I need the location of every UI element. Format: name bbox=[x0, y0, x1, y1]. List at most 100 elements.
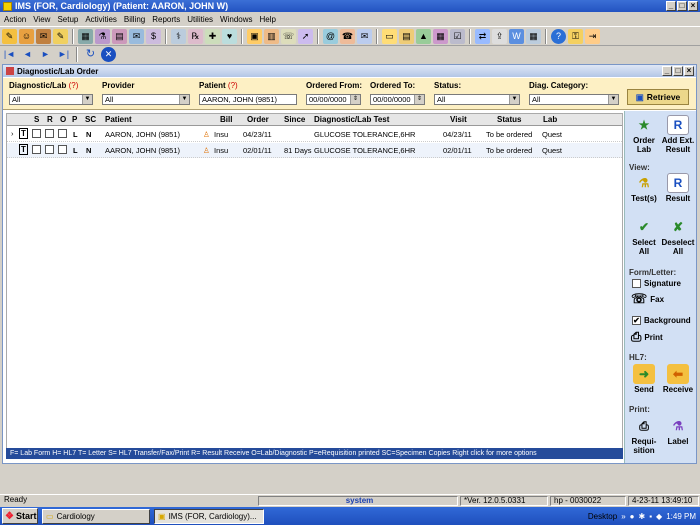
col-since[interactable]: Since bbox=[284, 115, 305, 124]
phone-icon[interactable]: ☎ bbox=[340, 28, 355, 44]
referral-icon[interactable]: ➚ bbox=[298, 28, 313, 44]
background-checkbox[interactable]: ✔ Background bbox=[632, 316, 691, 325]
lock-icon[interactable]: ⚿ bbox=[568, 28, 583, 44]
col-sc[interactable]: SC bbox=[85, 115, 96, 124]
message-icon[interactable]: ✉ bbox=[357, 28, 372, 44]
menu-reports[interactable]: Reports bbox=[152, 15, 180, 24]
col-lab[interactable]: Lab bbox=[543, 115, 557, 124]
immunization-icon[interactable]: ✚ bbox=[205, 28, 220, 44]
retrieve-button[interactable]: ▣ Retrieve bbox=[627, 89, 689, 105]
order-lab-button[interactable]: ★ Order Lab bbox=[627, 115, 661, 155]
col-patient[interactable]: Patient bbox=[105, 115, 132, 124]
menu-billing[interactable]: Billing bbox=[124, 15, 145, 24]
close-button[interactable]: × bbox=[688, 1, 698, 11]
next-record-icon[interactable]: ► bbox=[38, 47, 53, 62]
report-icon[interactable]: ▤ bbox=[112, 28, 127, 44]
minimize-button[interactable]: _ bbox=[666, 1, 676, 11]
col-o[interactable]: O bbox=[60, 115, 66, 124]
tray-clock[interactable]: 1:49 PM bbox=[666, 512, 696, 521]
send-button[interactable]: ➜ Send bbox=[627, 364, 661, 394]
col-r[interactable]: R bbox=[47, 115, 53, 124]
col-test[interactable]: Diagnostic/Lab Test bbox=[314, 115, 389, 124]
provider-select[interactable]: All ▼ bbox=[102, 94, 190, 105]
fax-icon[interactable]: ☏ bbox=[281, 28, 296, 44]
col-order[interactable]: Order bbox=[247, 115, 269, 124]
table-row[interactable]: T L N AARON, JOHN (9851) ♙ Insu 02/01/11… bbox=[7, 143, 622, 158]
child-minimize-button[interactable]: _ bbox=[662, 66, 672, 76]
help-icon[interactable]: ? bbox=[551, 28, 566, 44]
spin-icon[interactable]: ⇕ bbox=[414, 95, 424, 104]
task-ims[interactable]: ▣ IMS (FOR, Cardiology)... bbox=[154, 508, 264, 524]
last-record-icon[interactable]: ►| bbox=[56, 47, 71, 62]
child-maximize-button[interactable]: □ bbox=[673, 66, 683, 76]
col-s[interactable]: S bbox=[34, 115, 39, 124]
menu-windows[interactable]: Windows bbox=[220, 15, 252, 24]
email-icon[interactable]: @ bbox=[323, 28, 338, 44]
chart-icon[interactable]: ✉ bbox=[36, 28, 51, 44]
word-icon[interactable]: W bbox=[509, 28, 524, 44]
task-cardiology[interactable]: ▭ Cardiology bbox=[42, 508, 150, 524]
schedule-icon[interactable]: ✎ bbox=[2, 28, 17, 44]
o-checkbox[interactable] bbox=[58, 145, 67, 154]
add-ext-result-button[interactable]: R Add Ext. Result bbox=[661, 115, 695, 154]
status-select[interactable]: All ▼ bbox=[434, 94, 520, 105]
menu-activities[interactable]: Activities bbox=[85, 15, 117, 24]
col-visit[interactable]: Visit bbox=[450, 115, 467, 124]
receive-button[interactable]: ⬅ Receive bbox=[661, 364, 695, 394]
document-icon[interactable]: ▣ bbox=[247, 28, 262, 44]
diagnostic-lab-select[interactable]: All ▼ bbox=[9, 94, 93, 105]
notes-icon[interactable]: ▤ bbox=[399, 28, 414, 44]
desktop-toolbar-label[interactable]: Desktop bbox=[588, 512, 617, 521]
col-p[interactable]: P bbox=[72, 115, 77, 124]
first-record-icon[interactable]: |◄ bbox=[2, 47, 17, 62]
tasks-icon[interactable]: ☑ bbox=[450, 28, 465, 44]
rx-icon[interactable]: ℞ bbox=[188, 28, 203, 44]
r-checkbox[interactable] bbox=[45, 129, 54, 138]
transfer-icon[interactable]: ⇄ bbox=[475, 28, 490, 44]
ordered-from-field[interactable]: 00/00/0000 ⇕ bbox=[306, 94, 361, 105]
folder-icon[interactable]: ▭ bbox=[382, 28, 397, 44]
menu-view[interactable]: View bbox=[33, 15, 50, 24]
calendar-icon[interactable]: ▦ bbox=[78, 28, 93, 44]
vitals-icon[interactable]: ♥ bbox=[222, 28, 237, 44]
requisition-button[interactable]: ⎙ Requi-sition bbox=[627, 416, 661, 456]
flowsheet-icon[interactable]: ▦ bbox=[433, 28, 448, 44]
view-tests-button[interactable]: ⚗ Test(s) bbox=[627, 173, 661, 204]
label-button[interactable]: ⚗ Label bbox=[661, 416, 695, 447]
s-checkbox[interactable] bbox=[32, 129, 41, 138]
scan-icon[interactable]: ▥ bbox=[264, 28, 279, 44]
maximize-button[interactable]: □ bbox=[677, 1, 687, 11]
letter-icon[interactable]: ✉ bbox=[129, 28, 144, 44]
image-icon[interactable]: ▲ bbox=[416, 28, 431, 44]
tray-app-icon-2[interactable]: ✱ bbox=[639, 512, 646, 521]
tray-app-icon-1[interactable]: ● bbox=[630, 512, 635, 521]
child-close-button[interactable]: × bbox=[684, 66, 694, 76]
deselect-all-button[interactable]: ✘ Deselect All bbox=[661, 217, 695, 257]
menu-utilities[interactable]: Utilities bbox=[187, 15, 213, 24]
table-row[interactable]: › T L N AARON, JOHN (9851) ♙ Insu 04/23/… bbox=[7, 127, 622, 142]
patient-field[interactable]: AARON, JOHN (9851) bbox=[199, 94, 297, 105]
close-window-icon[interactable]: ✕ bbox=[101, 46, 116, 62]
export-icon[interactable]: ⇪ bbox=[492, 28, 507, 44]
tray-security-icon[interactable]: ◆ bbox=[656, 512, 662, 521]
letter-flag[interactable]: T bbox=[19, 144, 28, 155]
menu-setup[interactable]: Setup bbox=[57, 15, 78, 24]
fax-button[interactable]: ☏ Fax bbox=[631, 291, 664, 307]
col-status[interactable]: Status bbox=[497, 115, 521, 124]
tray-network-icon[interactable]: ▪ bbox=[649, 512, 652, 521]
spreadsheet-icon[interactable]: ▦ bbox=[526, 28, 541, 44]
exit-icon[interactable]: ⇥ bbox=[585, 28, 600, 44]
lab-icon[interactable]: ⚕ bbox=[171, 28, 186, 44]
menu-help[interactable]: Help bbox=[260, 15, 276, 24]
select-all-button[interactable]: ✔ Select All bbox=[627, 217, 661, 257]
s-checkbox[interactable] bbox=[32, 145, 41, 154]
diag-category-select[interactable]: All ▼ bbox=[529, 94, 619, 105]
start-button[interactable]: ❖ Start bbox=[2, 508, 38, 524]
print-button[interactable]: ⎙ Print bbox=[631, 329, 663, 345]
previous-record-icon[interactable]: ◄ bbox=[20, 47, 35, 62]
letter-flag[interactable]: T bbox=[19, 128, 28, 139]
menu-action[interactable]: Action bbox=[4, 15, 26, 24]
patient-icon[interactable]: ☺ bbox=[19, 28, 34, 44]
refresh-icon[interactable]: ↻ bbox=[83, 47, 98, 62]
signature-checkbox[interactable]: Signature bbox=[632, 279, 681, 288]
